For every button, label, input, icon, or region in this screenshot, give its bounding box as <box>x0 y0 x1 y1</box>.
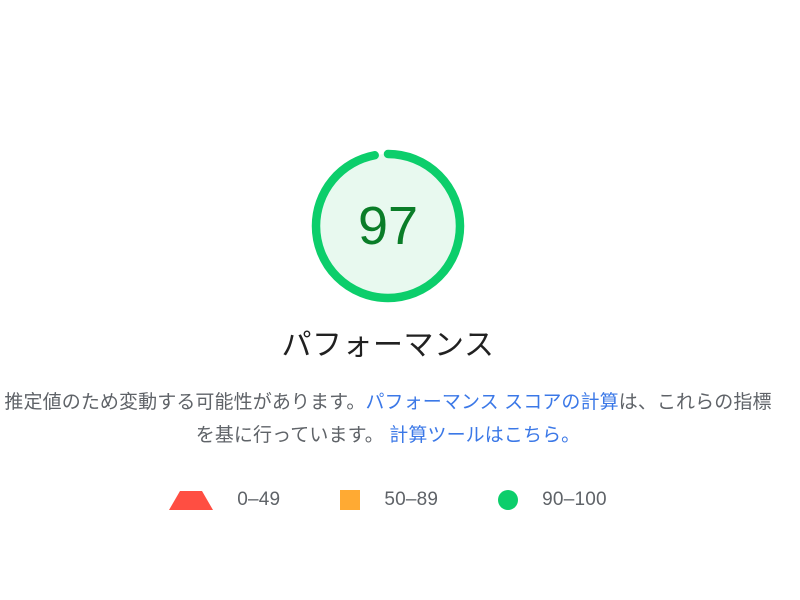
square-icon <box>340 490 361 510</box>
score-legend: 0–49 50–89 90–100 <box>0 489 776 511</box>
description-line1-text: 推定値のため変動する可能性があります。 <box>4 392 366 413</box>
legend-label-average: 50–89 <box>384 489 439 510</box>
page-title: パフォーマンス <box>281 329 495 362</box>
triangle-icon <box>169 490 214 510</box>
legend-item-average: 50–89 <box>340 489 438 511</box>
gauge-score-value: 97 <box>357 196 419 256</box>
legend-label-pass: 90–100 <box>542 489 607 510</box>
performance-score-calculation-link[interactable]: パフォーマンス スコアの計算 <box>365 392 618 413</box>
lighthouse-score-panel: 97 パフォーマンス 推定値のため変動する可能性があります。パフォーマンス スコ… <box>0 0 800 600</box>
performance-score-gauge[interactable]: 97 <box>308 146 468 306</box>
circle-icon <box>498 490 519 510</box>
score-description: 推定値のため変動する可能性があります。パフォーマンス スコアの計算は、これらの指… <box>0 386 776 452</box>
calculator-tool-link[interactable]: 計算ツールはこちら。 <box>389 425 580 446</box>
legend-label-fail: 0–49 <box>237 489 281 510</box>
legend-item-fail: 0–49 <box>169 489 280 511</box>
legend-item-pass: 90–100 <box>498 489 607 511</box>
